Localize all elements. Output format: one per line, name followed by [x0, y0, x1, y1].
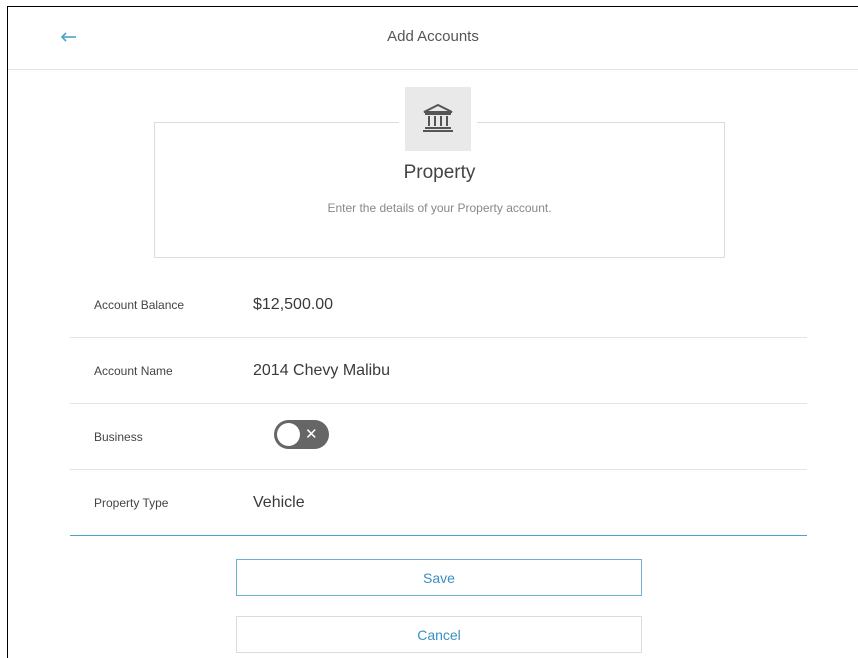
account-balance-field[interactable]: $12,500.00 [253, 272, 333, 338]
form-row-account-balance[interactable]: Account Balance $12,500.00 [70, 272, 807, 338]
save-button[interactable]: Save [236, 559, 642, 596]
business-toggle[interactable]: ✕ [274, 420, 329, 449]
field-label: Account Balance [94, 298, 185, 312]
form-row-property-type[interactable]: Property Type Vehicle [70, 470, 807, 536]
form-row-business: Business [70, 404, 807, 470]
bank-icon [423, 103, 453, 132]
close-icon: ✕ [305, 426, 318, 443]
form-row-account-name[interactable]: Account Name 2014 Chevy Malibu [70, 338, 807, 404]
account-type-icon-box [399, 81, 477, 157]
header: Add Accounts [8, 7, 858, 70]
card-subtitle: Enter the details of your Property accou… [327, 201, 552, 215]
field-label: Property Type [94, 496, 169, 510]
cancel-button[interactable]: Cancel [236, 616, 642, 653]
toggle-knob [277, 423, 300, 446]
account-name-field[interactable]: 2014 Chevy Malibu [253, 338, 390, 404]
property-type-select[interactable]: Vehicle [253, 470, 305, 536]
field-label: Business [94, 430, 143, 444]
field-label: Account Name [94, 364, 173, 378]
card-title: Property [403, 162, 476, 183]
app-window: Add Accounts Property Enter the details … [7, 6, 858, 658]
page-title: Add Accounts [387, 28, 479, 45]
